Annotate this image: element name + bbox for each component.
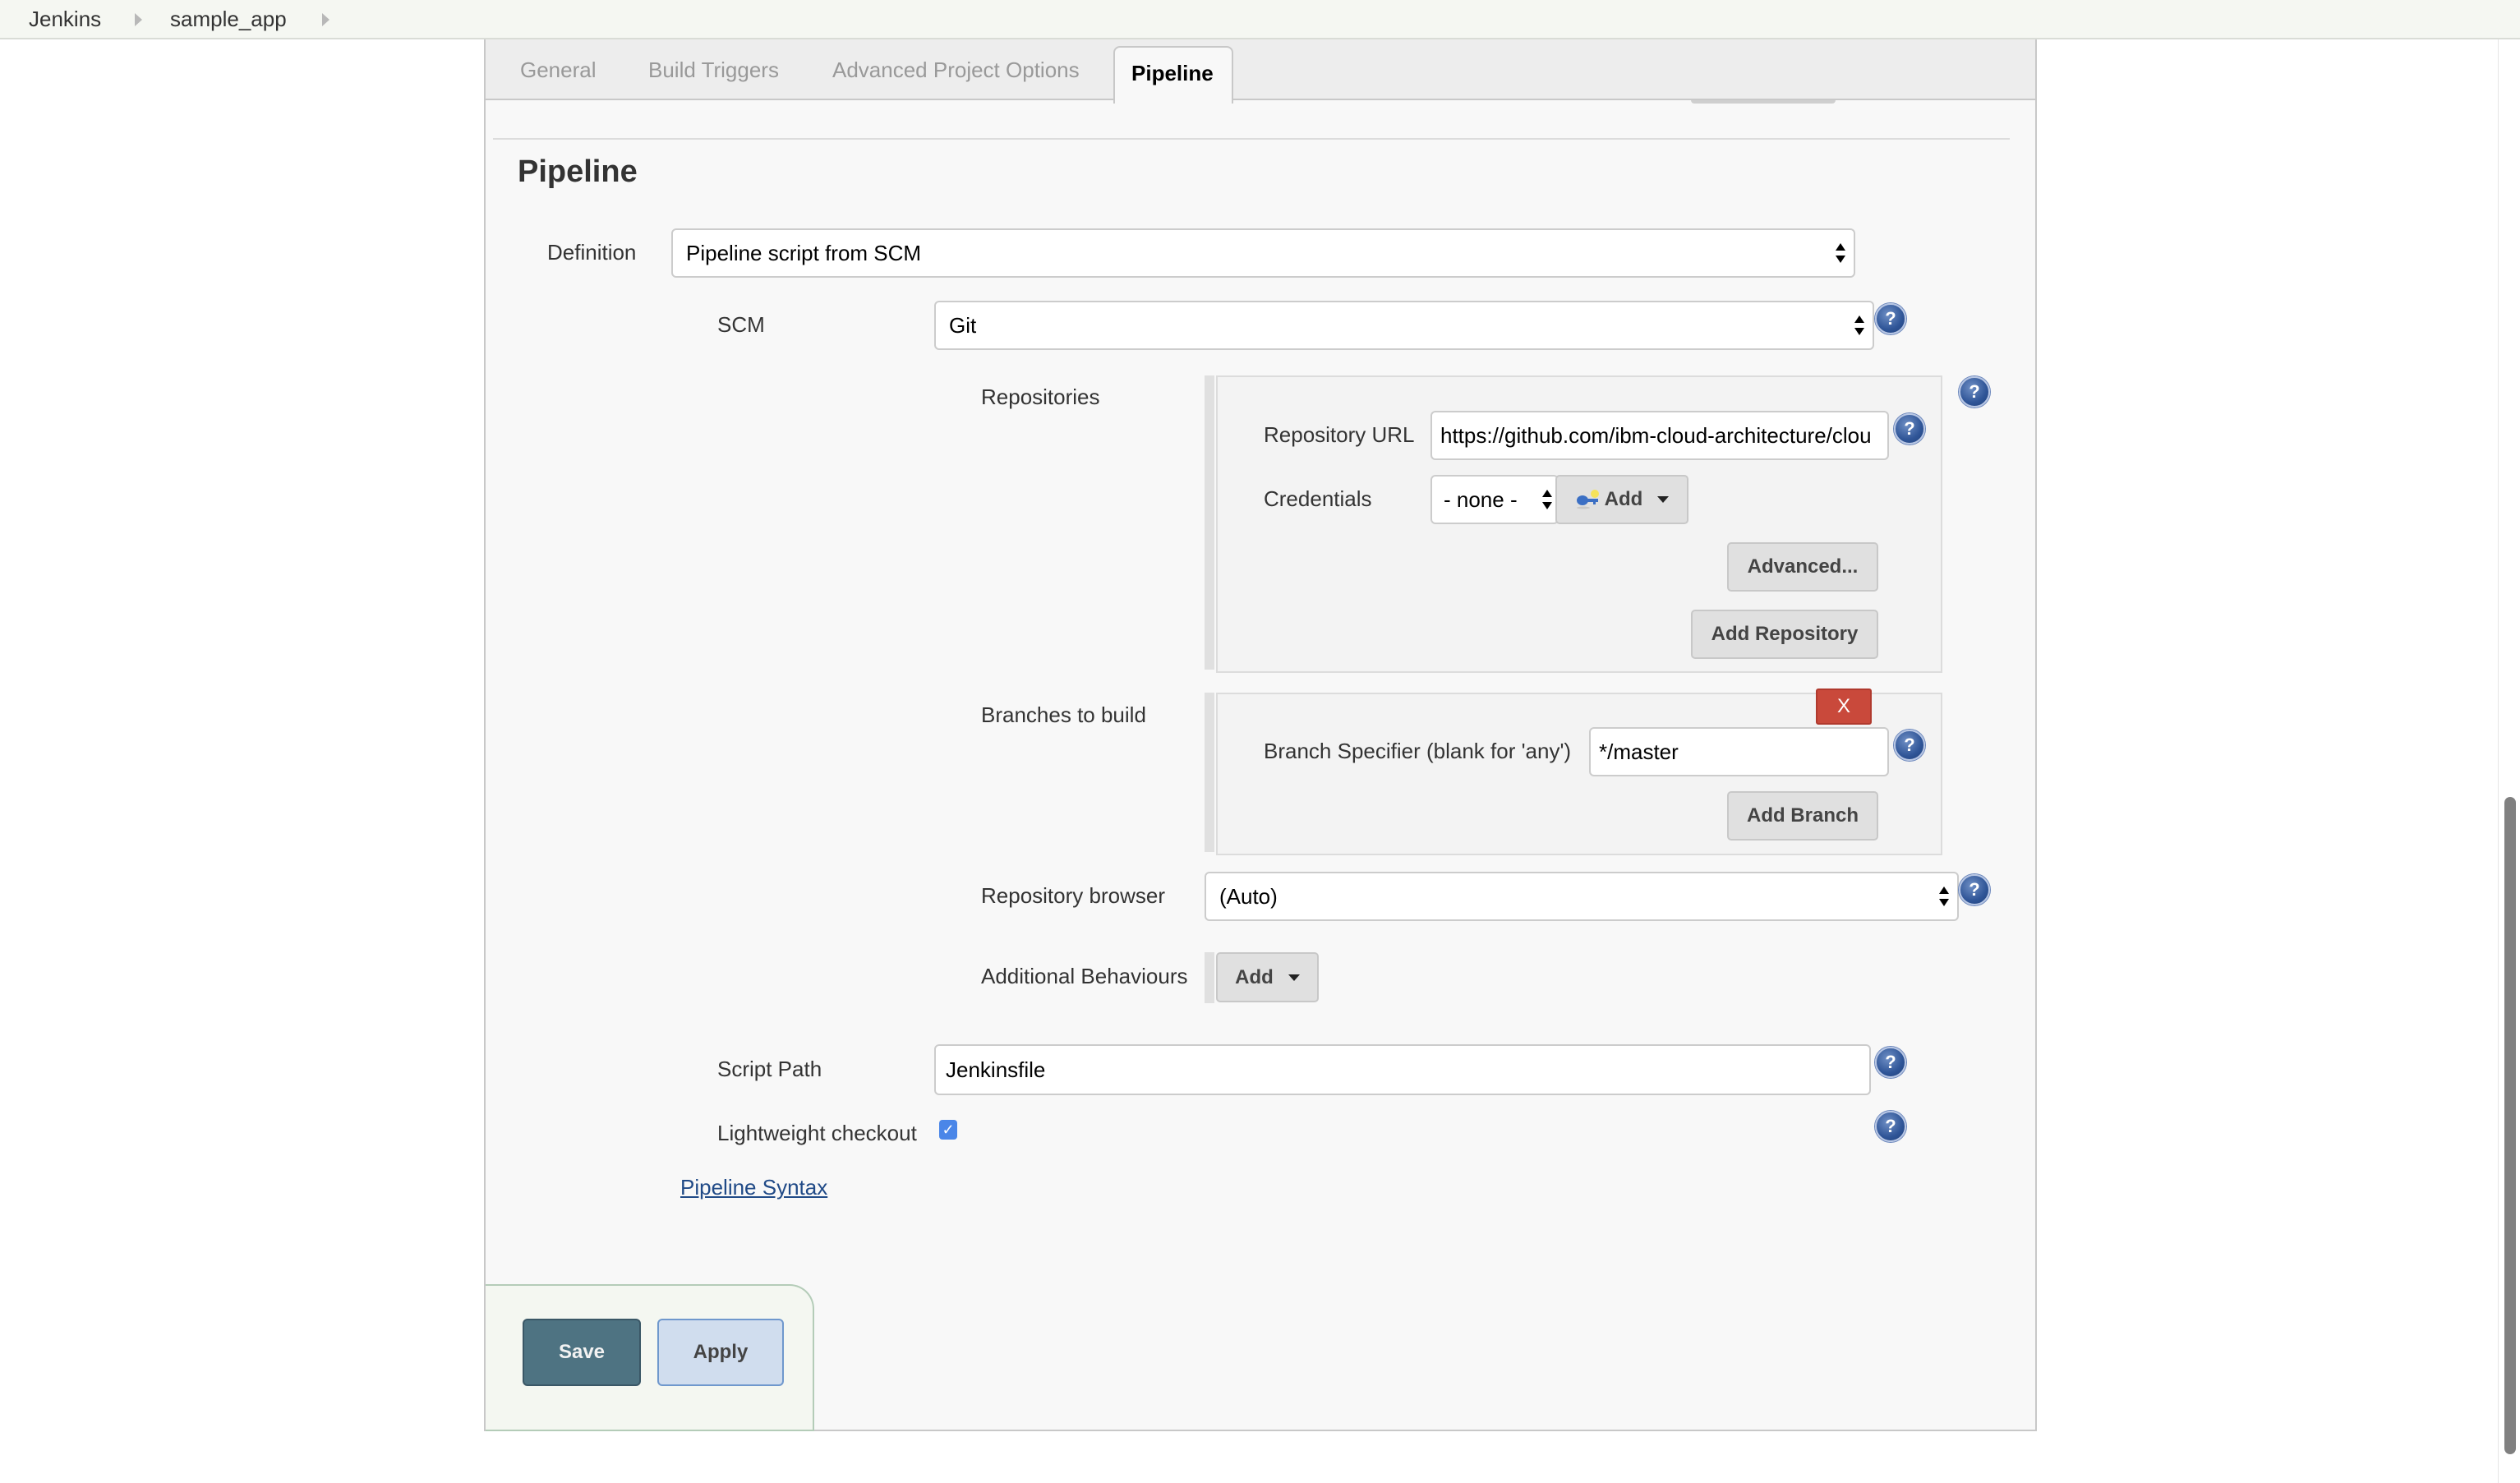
tab-bar: General Build Triggers Advanced Project … xyxy=(486,39,2035,100)
breadcrumb-sample-app[interactable]: sample_app xyxy=(170,7,287,32)
repository-browser-value: (Auto) xyxy=(1219,883,1278,909)
credentials-label: Credentials xyxy=(1264,486,1372,511)
scm-value: Git xyxy=(949,312,977,338)
help-icon[interactable]: ? xyxy=(1875,303,1906,334)
help-icon[interactable]: ? xyxy=(1959,874,1990,905)
definition-label: Definition xyxy=(547,240,637,265)
apply-button[interactable]: Apply xyxy=(657,1319,784,1386)
help-icon[interactable]: ? xyxy=(1959,376,1990,408)
scrollbar-thumb[interactable] xyxy=(2504,797,2516,1454)
key-icon xyxy=(1576,490,1599,509)
add-behaviour-button[interactable]: Add xyxy=(1216,952,1319,1002)
help-icon[interactable]: ? xyxy=(1875,1111,1906,1142)
repository-url-input[interactable]: https://github.com/ibm-cloud-architectur… xyxy=(1430,411,1889,460)
help-icon[interactable]: ? xyxy=(1894,413,1925,444)
section-title: Pipeline xyxy=(518,154,638,189)
pipeline-syntax-link[interactable]: Pipeline Syntax xyxy=(680,1175,827,1200)
tab-general[interactable]: General xyxy=(520,58,597,83)
help-icon[interactable]: ? xyxy=(1894,730,1925,761)
lightweight-checkout-label: Lightweight checkout xyxy=(717,1121,917,1145)
add-behaviour-label: Add xyxy=(1235,965,1274,988)
branch-specifier-value: */master xyxy=(1599,739,1679,764)
credentials-value: - none - xyxy=(1444,486,1518,512)
breadcrumb: Jenkins sample_app xyxy=(0,0,2520,39)
nested-indicator xyxy=(1205,375,1214,670)
tab-advanced-project-options[interactable]: Advanced Project Options xyxy=(832,58,1080,83)
repository-browser-label: Repository browser xyxy=(981,883,1165,908)
breadcrumb-arrow-icon[interactable] xyxy=(135,13,142,26)
add-credentials-label: Add xyxy=(1604,488,1643,510)
delete-branch-button[interactable]: X xyxy=(1816,689,1872,725)
select-arrows-icon xyxy=(1836,243,1845,263)
tab-build-triggers[interactable]: Build Triggers xyxy=(648,58,779,83)
nested-indicator xyxy=(1205,693,1214,852)
scrolled-button-edge xyxy=(1691,100,1836,104)
script-path-input[interactable]: Jenkinsfile xyxy=(934,1044,1871,1095)
branch-specifier-input[interactable]: */master xyxy=(1589,727,1889,776)
tab-pipeline[interactable]: Pipeline xyxy=(1113,46,1233,104)
additional-behaviours-label: Additional Behaviours xyxy=(981,964,1188,988)
repositories-label: Repositories xyxy=(981,385,1100,409)
script-path-label: Script Path xyxy=(717,1057,822,1081)
tab-pipeline-label: Pipeline xyxy=(1131,61,1214,85)
save-button[interactable]: Save xyxy=(523,1319,641,1386)
select-arrows-icon xyxy=(1939,887,1949,906)
definition-value: Pipeline script from SCM xyxy=(686,240,922,265)
nested-indicator xyxy=(1205,952,1214,1003)
definition-select[interactable]: Pipeline script from SCM xyxy=(671,228,1855,278)
scm-label: SCM xyxy=(717,312,765,337)
caret-down-icon xyxy=(1657,496,1670,503)
add-repository-button[interactable]: Add Repository xyxy=(1691,610,1878,659)
help-icon[interactable]: ? xyxy=(1875,1047,1906,1078)
section-divider xyxy=(493,138,2010,140)
lightweight-checkout-checkbox[interactable]: ✓ xyxy=(939,1120,957,1140)
breadcrumb-arrow-icon[interactable] xyxy=(322,13,329,26)
branch-specifier-label: Branch Specifier (blank for 'any') xyxy=(1264,739,1572,763)
repository-browser-select[interactable]: (Auto) xyxy=(1205,872,1959,921)
select-arrows-icon xyxy=(1854,315,1864,335)
add-branch-button[interactable]: Add Branch xyxy=(1727,791,1878,841)
credentials-select[interactable]: - none - xyxy=(1430,475,1559,524)
add-credentials-button[interactable]: Add xyxy=(1555,475,1688,524)
breadcrumb-jenkins[interactable]: Jenkins xyxy=(29,7,101,32)
advanced-button[interactable]: Advanced... xyxy=(1727,542,1878,592)
repository-url-label: Repository URL xyxy=(1264,422,1415,447)
scm-select[interactable]: Git xyxy=(934,301,1874,350)
branches-label: Branches to build xyxy=(981,702,1146,727)
caret-down-icon xyxy=(1288,974,1300,981)
select-arrows-icon xyxy=(1542,490,1552,509)
script-path-value: Jenkinsfile xyxy=(946,1057,1046,1082)
repository-url-value: https://github.com/ibm-cloud-architectur… xyxy=(1440,422,1872,448)
